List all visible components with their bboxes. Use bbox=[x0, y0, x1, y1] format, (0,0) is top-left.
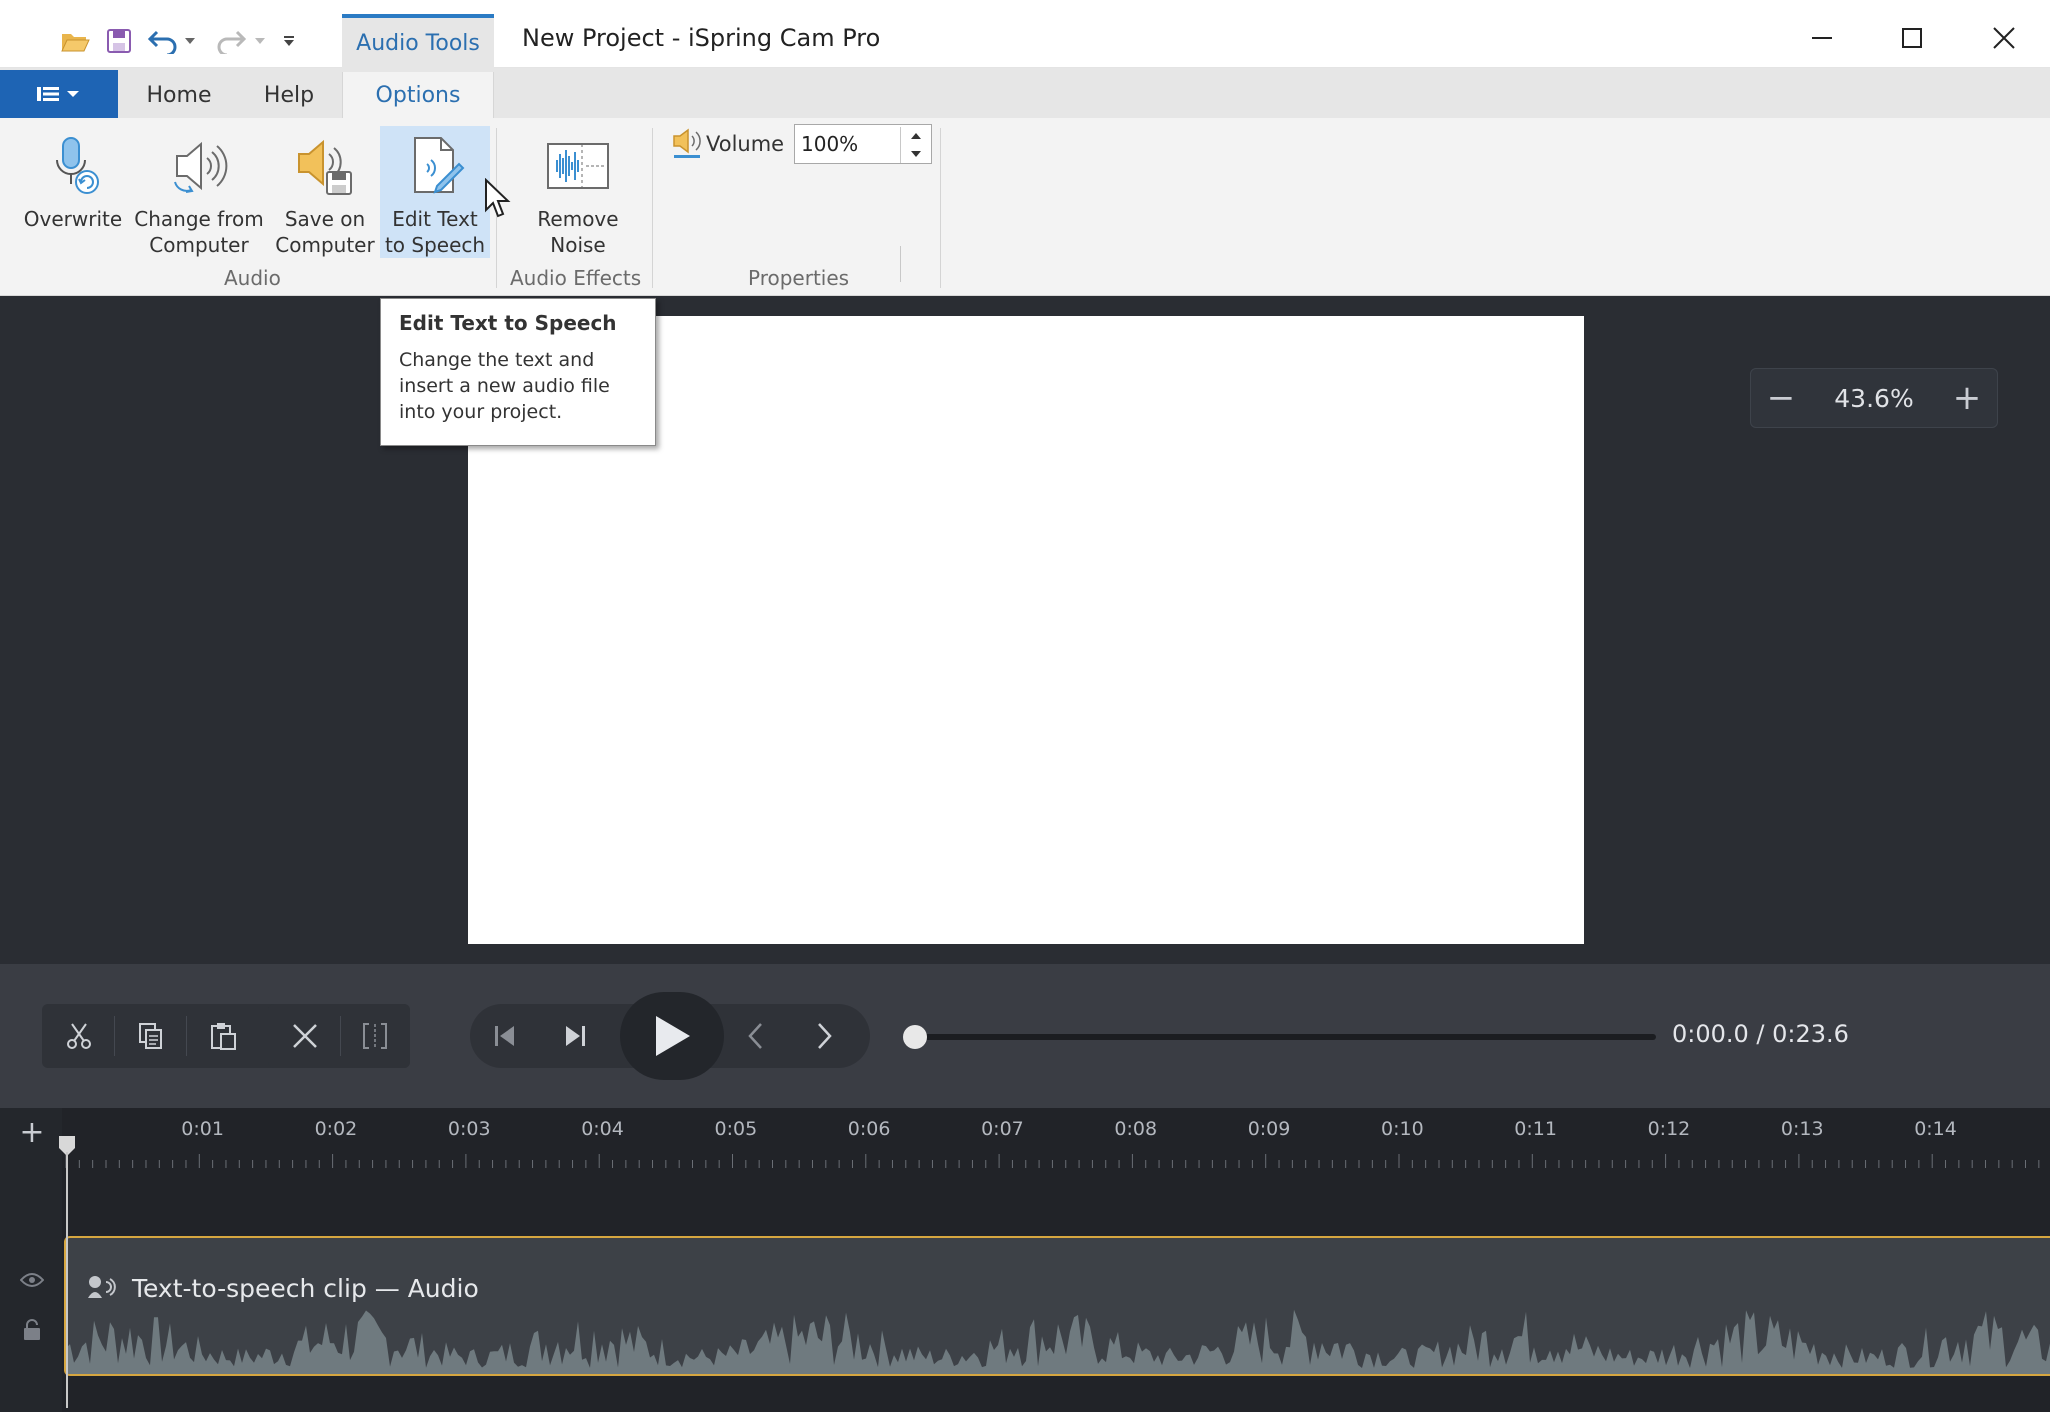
timeline-sidebar: + bbox=[0, 1108, 62, 1412]
tab-home[interactable]: Home bbox=[128, 72, 230, 118]
save-on-computer-button[interactable]: Save on Computer bbox=[270, 126, 380, 258]
overwrite-button[interactable]: Overwrite bbox=[18, 126, 128, 258]
cut-icon[interactable] bbox=[44, 1004, 114, 1068]
open-folder-icon[interactable] bbox=[56, 22, 94, 60]
separator bbox=[186, 1016, 187, 1056]
text-to-speech-icon bbox=[86, 1274, 116, 1306]
ruler-label: 0:04 bbox=[581, 1118, 624, 1140]
menu-icon bbox=[37, 87, 79, 101]
remove-noise-label: Remove Noise bbox=[537, 207, 619, 257]
ruler-label: 0:11 bbox=[1514, 1118, 1557, 1140]
spin-down-icon[interactable] bbox=[901, 145, 930, 163]
change-from-computer-button[interactable]: Change from Computer bbox=[132, 126, 266, 258]
copy-icon[interactable] bbox=[116, 1004, 186, 1068]
customize-icon[interactable] bbox=[276, 22, 302, 60]
mouse-cursor-icon bbox=[484, 177, 512, 220]
audio-clip[interactable] bbox=[64, 1236, 2050, 1376]
volume-label: Volume bbox=[706, 132, 785, 156]
maximize-icon[interactable] bbox=[1866, 8, 1958, 68]
tooltip-title: Edit Text to Speech bbox=[399, 311, 617, 335]
lock-icon[interactable] bbox=[18, 1316, 46, 1344]
skip-to-start-icon[interactable] bbox=[470, 1004, 540, 1068]
timeline: + 0:01 0:02 0:03 0:04 0:05 0:06 0:07 0:08 0:09 0:… bbox=[0, 1108, 2050, 1412]
previous-frame-icon[interactable] bbox=[720, 1004, 790, 1068]
undo-icon[interactable] bbox=[144, 22, 182, 60]
save-icon[interactable] bbox=[100, 22, 138, 60]
ruler-label: 0:14 bbox=[1914, 1118, 1957, 1140]
redo-dropdown-icon[interactable] bbox=[250, 22, 270, 60]
playback-bar: 0:00.0 / 0:23.6 bbox=[0, 964, 2050, 1108]
waveform-shape bbox=[66, 1309, 2050, 1374]
ruler-label: 0:05 bbox=[714, 1118, 758, 1140]
minimize-icon[interactable] bbox=[1776, 8, 1868, 68]
split-icon[interactable] bbox=[340, 1004, 410, 1068]
close-icon[interactable] bbox=[1958, 8, 2050, 68]
overwrite-label: Overwrite bbox=[23, 207, 123, 231]
ruler-label: 0:06 bbox=[847, 1118, 891, 1140]
group-label-audio-effects: Audio Effects bbox=[510, 266, 642, 290]
play-button[interactable] bbox=[620, 992, 724, 1080]
zoom-control: − 43.6% + bbox=[1750, 368, 1998, 428]
file-menu-button[interactable] bbox=[0, 70, 118, 118]
context-tab-audio-tools: Audio Tools bbox=[342, 14, 494, 68]
add-track-button[interactable]: + bbox=[18, 1115, 46, 1150]
ribbon-tab-row: Home Help Options bbox=[0, 68, 2050, 118]
speaker-save-icon bbox=[285, 126, 365, 206]
volume-icon bbox=[670, 126, 704, 160]
save-on-computer-label: Save on Computer bbox=[275, 207, 375, 257]
zoom-out-button[interactable]: − bbox=[1751, 369, 1811, 427]
next-frame-icon[interactable] bbox=[790, 1004, 860, 1068]
ribbon: Overwrite Change from Computer Save on C… bbox=[0, 118, 2050, 296]
group-separator bbox=[940, 128, 941, 288]
ruler-label: 0:07 bbox=[981, 1118, 1024, 1140]
waveform-noise-icon bbox=[538, 126, 618, 206]
ruler-ticks bbox=[65, 1154, 2040, 1168]
ruler-label: 0:10 bbox=[1381, 1118, 1424, 1140]
skip-to-end-icon[interactable] bbox=[540, 1004, 610, 1068]
ruler-label: 0:03 bbox=[447, 1118, 491, 1140]
edit-text-to-speech-button[interactable]: Edit Text to Speech bbox=[380, 126, 490, 258]
playback-scrubber[interactable] bbox=[914, 1034, 1656, 1040]
scrubber-knob[interactable] bbox=[903, 1025, 927, 1049]
ruler-label: 0:01 bbox=[181, 1118, 224, 1140]
play-icon bbox=[656, 1016, 690, 1056]
group-label-properties: Properties bbox=[748, 266, 850, 290]
spin-up-icon[interactable] bbox=[901, 127, 930, 145]
text-to-speech-document-icon bbox=[395, 126, 475, 206]
ruler-label: 0:09 bbox=[1247, 1118, 1291, 1140]
playhead-line bbox=[66, 1152, 68, 1408]
volume-spinner-box bbox=[900, 127, 930, 163]
ruler-label: 0:08 bbox=[1114, 1118, 1158, 1140]
remove-noise-button[interactable]: Remove Noise bbox=[526, 126, 630, 258]
clip-label: Text-to-speech clip — Audio bbox=[86, 1274, 479, 1306]
microphone-icon bbox=[33, 126, 113, 206]
preview-workspace: − 43.6% + bbox=[0, 296, 2050, 964]
redo-icon[interactable] bbox=[212, 22, 250, 60]
undo-dropdown-icon[interactable] bbox=[180, 22, 200, 60]
time-display: 0:00.0 / 0:23.6 bbox=[1672, 1020, 1849, 1048]
change-from-computer-label: Change from Computer bbox=[134, 207, 264, 257]
tooltip: Edit Text to Speech Change the text and … bbox=[380, 298, 656, 446]
zoom-value: 43.6% bbox=[1834, 383, 1914, 413]
group-label-audio: Audio bbox=[224, 266, 281, 290]
tooltip-description: Change the text and insert a new audio f… bbox=[399, 349, 610, 423]
delete-icon[interactable] bbox=[270, 1004, 340, 1068]
delete-controls bbox=[268, 1004, 410, 1068]
paste-icon[interactable] bbox=[188, 1004, 258, 1068]
separator bbox=[114, 1016, 115, 1056]
title-bar: Audio Tools New Project - iSpring Cam Pr… bbox=[0, 0, 2050, 68]
speaker-replace-icon bbox=[159, 126, 239, 206]
volume-spinner[interactable] bbox=[900, 246, 930, 282]
tab-options[interactable]: Options bbox=[342, 72, 494, 118]
edit-text-to-speech-label: Edit Text to Speech bbox=[384, 207, 486, 257]
group-separator bbox=[652, 128, 653, 288]
ruler-label: 0:13 bbox=[1780, 1118, 1824, 1140]
window-title: New Project - iSpring Cam Pro bbox=[522, 24, 881, 52]
ruler-label: 0:02 bbox=[314, 1118, 358, 1140]
zoom-in-button[interactable]: + bbox=[1937, 369, 1997, 427]
eye-icon[interactable] bbox=[18, 1266, 46, 1294]
ruler-label: 0:12 bbox=[1647, 1118, 1691, 1140]
clip-label-text: Text-to-speech clip — Audio bbox=[131, 1274, 479, 1303]
tab-help[interactable]: Help bbox=[238, 72, 340, 118]
